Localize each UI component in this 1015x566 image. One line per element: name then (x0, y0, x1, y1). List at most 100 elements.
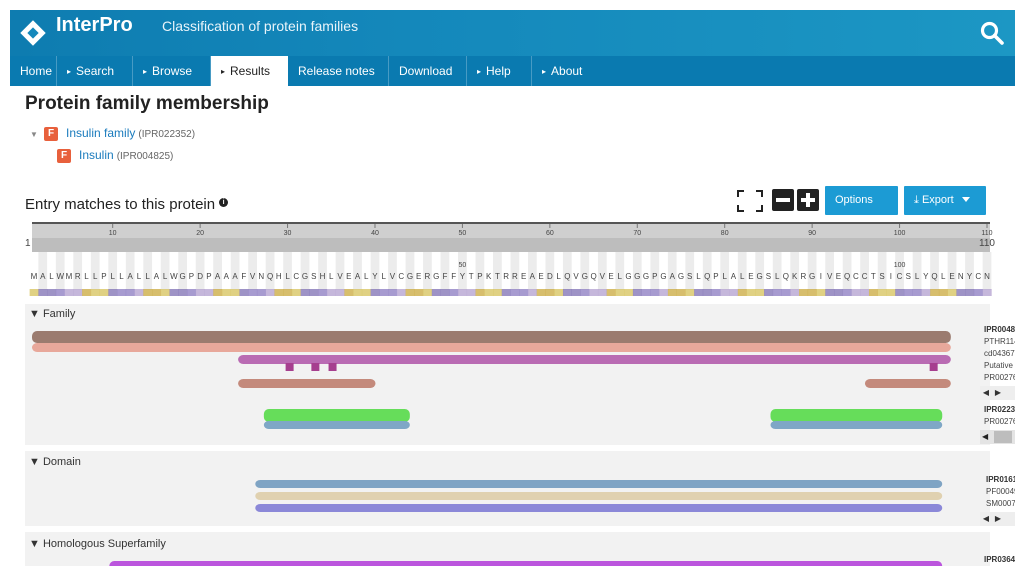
logo-text[interactable]: InterPro (56, 14, 133, 37)
residue-letter: L (364, 272, 369, 281)
conservation-cell (38, 289, 48, 296)
scroll-left-icon[interactable]: ◀ (982, 430, 988, 444)
residue-letter: E (836, 272, 841, 281)
label-scroll-arrows[interactable]: ◀ ▶ (980, 512, 1015, 526)
fullscreen-icon[interactable] (737, 190, 763, 212)
residue-letter: V (600, 272, 606, 281)
entry-label[interactable]: IPR036438 (984, 554, 1015, 566)
entry-label[interactable]: PF00049 (986, 486, 1015, 498)
nav-results[interactable]: ▸ Results (211, 56, 288, 86)
nav-download[interactable]: Download (389, 56, 467, 86)
site-marker[interactable] (328, 363, 337, 371)
site-marker[interactable] (285, 363, 294, 371)
info-icon[interactable]: i (219, 198, 229, 207)
entry-label[interactable]: IPR004825 (984, 324, 1015, 336)
residue-stripe (772, 252, 782, 290)
family-accession: (IPR004825) (116, 151, 174, 162)
match-bar[interactable] (32, 343, 951, 352)
label-scroll-arrows[interactable]: ◀ ▶ (980, 386, 1015, 400)
match-bar[interactable] (109, 561, 943, 566)
entry-label[interactable]: IPR022352 (984, 404, 1015, 416)
conservation-cell (152, 289, 162, 296)
conservation-cell (99, 289, 109, 296)
residue-letter: R (512, 272, 518, 281)
conservation-cell (388, 289, 398, 296)
conservation-cell (781, 289, 791, 296)
zoom-out-icon[interactable] (772, 189, 794, 211)
caret-right-icon: ▸ (542, 67, 547, 76)
conservation-cell (405, 289, 415, 296)
nav-about[interactable]: ▸ About (532, 56, 602, 86)
entry-label[interactable]: PR00276 (984, 416, 1015, 428)
nav-browse[interactable]: ▸ Browse (133, 56, 211, 86)
scroll-right-icon[interactable]: ▶ (992, 512, 1004, 526)
residue-letter: L (84, 272, 89, 281)
entry-label[interactable]: PTHR11454 (984, 336, 1015, 348)
family-labels-2: IPR022352 PR00276 (984, 404, 1015, 428)
collapse-caret-icon[interactable]: ▼ (30, 127, 44, 143)
conservation-cell (440, 289, 450, 296)
export-button[interactable]: ⤓ Export (904, 186, 986, 215)
residue-letter: S (879, 272, 884, 281)
residue-letter: A (128, 272, 134, 281)
conservation-cell (195, 289, 205, 296)
match-bar[interactable] (255, 480, 943, 488)
family-link[interactable]: Insulin family (66, 126, 135, 140)
scrollbar-thumb[interactable] (994, 431, 1012, 443)
residue-stripe (597, 252, 607, 290)
match-bar[interactable] (238, 355, 951, 364)
residue-letter: H (320, 272, 326, 281)
residue-stripe (860, 252, 869, 290)
site-marker[interactable] (311, 363, 320, 371)
residue-letter: E (538, 272, 543, 281)
residue-letter: A (670, 272, 676, 281)
ruler-tick-label: 60 (546, 230, 554, 237)
match-bar[interactable] (255, 492, 943, 500)
residue-letter: G (302, 272, 308, 281)
conservation-cell (615, 289, 625, 296)
match-bar[interactable] (770, 409, 943, 422)
scroll-right-icon[interactable]: ▶ (992, 386, 1004, 400)
residue-stripe (615, 252, 625, 290)
residue-letter: Q (704, 272, 710, 281)
entry-label[interactable]: IPR016179 (986, 474, 1015, 486)
scroll-left-icon[interactable]: ◀ (980, 512, 992, 526)
match-bar[interactable] (238, 379, 376, 388)
match-bar[interactable] (263, 421, 410, 429)
options-button[interactable]: Options (825, 186, 898, 231)
search-icon[interactable] (977, 18, 1007, 48)
nav-home[interactable]: Home (10, 56, 57, 86)
match-bar[interactable] (255, 504, 943, 512)
entry-label[interactable]: PR00276 (984, 372, 1015, 384)
match-bar[interactable] (32, 331, 951, 343)
horizontal-scrollbar[interactable]: ◀ (980, 430, 1015, 444)
match-bar[interactable] (864, 379, 951, 388)
interpro-diamond-icon[interactable] (18, 18, 48, 48)
residue-letter: E (346, 272, 351, 281)
residue-letter: P (713, 272, 718, 281)
zoom-in-icon[interactable] (797, 189, 819, 211)
entry-label[interactable]: SM00078 (986, 498, 1015, 510)
residue-letter: P (477, 272, 482, 281)
ruler-tick-label: 110 (981, 230, 992, 237)
residue-letter: G (407, 272, 413, 281)
ruler-tick-label: 80 (721, 230, 729, 237)
nav-search[interactable]: ▸ Search (57, 56, 133, 86)
scroll-left-icon[interactable]: ◀ (980, 386, 992, 400)
superfamily-labels: IPR036438 (984, 554, 1015, 566)
sequence-viewer[interactable]: 10 20 30 40 50 60 70 80 90 100 1101 11050 100M A L W M R L… (25, 222, 995, 300)
entry-label[interactable]: Putative (984, 360, 1015, 372)
conservation-cell (702, 289, 712, 296)
residue-letter: L (696, 272, 701, 281)
residue-letter: G (809, 272, 815, 281)
family-link[interactable]: Insulin (79, 148, 114, 162)
entry-label[interactable]: cd04367 (984, 348, 1015, 360)
match-bar[interactable] (263, 409, 410, 422)
site-marker[interactable] (929, 363, 938, 371)
match-bar[interactable] (770, 421, 943, 429)
family-track-svg (32, 331, 951, 429)
nav-release-notes[interactable]: Release notes (288, 56, 389, 86)
residue-letter: T (469, 272, 474, 281)
nav-help[interactable]: ▸ Help (467, 56, 532, 86)
residue-letter: Y (460, 272, 466, 281)
